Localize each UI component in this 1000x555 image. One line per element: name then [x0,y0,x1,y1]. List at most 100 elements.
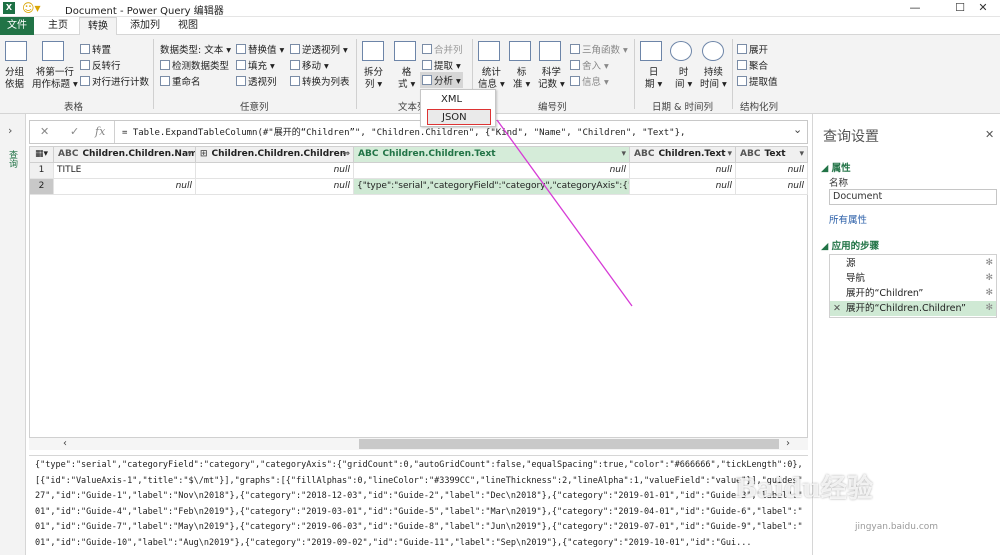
delete-step-icon[interactable]: ✕ [833,301,841,316]
row-number[interactable]: 1 [30,163,54,179]
scroll-right-icon[interactable]: › [786,438,790,449]
parse-icon [422,75,432,85]
table-type-icon[interactable]: ⊞ [196,149,212,159]
text-type-icon[interactable]: ABC [354,149,382,159]
table-cell[interactable]: TITLE [54,163,196,179]
filter-dropdown-icon[interactable]: ▾ [621,147,626,162]
commit-icon[interactable]: ✓ [70,125,79,138]
queries-pane-collapsed[interactable]: › 查询 [0,114,26,555]
merge-columns-button[interactable]: 合并列 [422,42,463,56]
preview-line: [{"id":"ValueAxis-1","title":"$\/mt"}],"… [35,475,802,486]
column-header-children-children-text[interactable]: ABC Children.Children.Text ▾ [354,147,630,163]
table-cell[interactable]: null [736,163,808,179]
expand-button[interactable]: 展开 [737,42,768,56]
applied-step[interactable]: 展开的“Children” ✻ [830,286,996,301]
parse-xml-option[interactable]: XML [427,92,491,108]
gear-icon[interactable]: ✻ [985,301,993,316]
format-button[interactable]: 格 式 ▾ [398,67,415,91]
selected-json-cell[interactable]: {"type":"serial","categoryField":"catego… [354,179,630,195]
tab-view[interactable]: 视图 [172,17,204,35]
column-header-text[interactable]: ABC Text ▾ [736,147,808,163]
gear-icon[interactable]: ✻ [985,286,993,301]
trigonometry-button[interactable]: 三角函数 ▾ [570,42,628,56]
applied-step-current[interactable]: ✕ 展开的“Children.Children” ✻ [830,301,996,316]
group-by-button[interactable]: 分组 依据 [5,67,24,91]
preview-line: 01","id":"Guide-4","label":"Feb\n2019"},… [35,506,802,517]
minimize-button[interactable]: — [898,0,932,16]
use-first-row-button[interactable]: 将第一行 用作标题 ▾ [32,67,78,91]
move-button[interactable]: 移动 ▾ [290,58,329,72]
standard-button[interactable]: 标 准 ▾ [513,67,530,91]
close-pane-icon[interactable]: ✕ [985,128,994,141]
applied-step[interactable]: 源 ✻ [830,256,996,271]
split-column-button[interactable]: 拆分 列 ▾ [364,67,383,91]
table-cell[interactable]: null [354,163,630,179]
table-menu-icon[interactable]: ▦▾ [30,147,54,163]
fill-button[interactable]: 填充 ▾ [236,58,275,72]
scrollbar-thumb[interactable] [359,439,779,449]
chevron-right-icon[interactable]: › [8,124,12,137]
filter-dropdown-icon[interactable]: ▾ [187,147,192,162]
unpivot-columns-button[interactable]: 逆透视列 ▾ [290,42,348,56]
fx-icon[interactable]: fx [95,125,105,138]
smiley-feedback-icon[interactable]: ☺▾ [22,1,41,15]
cancel-icon[interactable]: ✕ [40,125,49,138]
table-cell[interactable]: null [630,179,736,195]
text-type-icon[interactable]: ABC [630,149,658,159]
extract-values-button[interactable]: 提取值 [737,74,778,88]
group-label-table: 表格 [64,102,84,113]
rounding-button[interactable]: 舍入 ▾ [570,58,609,72]
row-number[interactable]: 2 [30,179,54,195]
applied-steps-header[interactable]: ◢ 应用的步骤 [821,238,879,252]
gear-icon[interactable]: ✻ [985,271,993,286]
gear-icon[interactable]: ✻ [985,256,993,271]
close-button[interactable]: ✕ [966,0,1000,16]
tab-transform[interactable]: 转换 [79,17,117,36]
column-header-children-children-children[interactable]: ⊞ Children.Children.Children ⇔ [196,147,354,163]
parse-button[interactable]: 分析 ▾ [420,72,463,88]
expand-column-icon[interactable]: ⇔ [342,147,350,162]
detect-data-type-button[interactable]: 检测数据类型 [160,58,229,72]
column-header-children-children-name[interactable]: ABC Children.Children.Name ▾ [54,147,196,163]
extract-button[interactable]: 提取 ▾ [422,58,461,72]
query-name-input[interactable]: Document [829,189,997,205]
table-cell[interactable]: null [54,179,196,195]
statistics-button[interactable]: 统计 信息 ▾ [478,67,505,91]
filter-dropdown-icon[interactable]: ▾ [727,147,732,162]
scientific-button[interactable]: 科学 记数 ▾ [538,67,565,91]
column-header-children-text[interactable]: ABC Children.Text ▾ [630,147,736,163]
table-cell[interactable]: null [736,179,808,195]
horizontal-scrollbar[interactable]: ‹ › [29,438,808,450]
duration-button[interactable]: 持续 时间 ▾ [700,67,727,91]
text-type-icon[interactable]: ABC [736,149,764,159]
reverse-rows-button[interactable]: 反转行 [80,58,121,72]
applied-step[interactable]: 导航 ✻ [830,271,996,286]
aggregate-button[interactable]: 聚合 [737,58,768,72]
expand-formula-icon[interactable]: ⌄ [793,123,802,136]
queries-pane-label[interactable]: 查询 [7,150,19,168]
date-button[interactable]: 日 期 ▾ [645,67,662,91]
separator [356,39,357,109]
table-cell[interactable]: null [196,163,354,179]
replace-values-button[interactable]: 替换值 ▾ [236,42,284,56]
table-cell[interactable]: null [196,179,354,195]
count-rows-button[interactable]: 对行进行计数 [80,74,149,88]
filter-dropdown-icon[interactable]: ▾ [799,147,804,162]
text-type-icon[interactable]: ABC [54,149,82,159]
tab-add-column[interactable]: 添加列 [121,17,169,35]
parse-json-option[interactable]: JSON [427,109,491,125]
data-type-dropdown[interactable]: 数据类型: 文本 ▾ [160,42,231,56]
tab-file[interactable]: 文件 [0,17,34,35]
formula-bar: ✕ ✓ fx = Table.ExpandTableColumn(#"展开的“C… [29,120,808,144]
pivot-column-button[interactable]: 透视列 [236,74,277,88]
convert-to-list-button[interactable]: 转换为列表 [290,74,350,88]
time-button[interactable]: 时 间 ▾ [675,67,692,91]
information-button[interactable]: 信息 ▾ [570,74,609,88]
scroll-left-icon[interactable]: ‹ [63,438,67,449]
tab-home[interactable]: 主页 [40,17,76,35]
rename-button[interactable]: 重命名 [160,74,201,88]
all-properties-link[interactable]: 所有属性 [829,212,867,226]
properties-header[interactable]: ◢ 属性 [821,160,851,174]
transpose-button[interactable]: 转置 [80,42,111,56]
table-cell[interactable]: null [630,163,736,179]
